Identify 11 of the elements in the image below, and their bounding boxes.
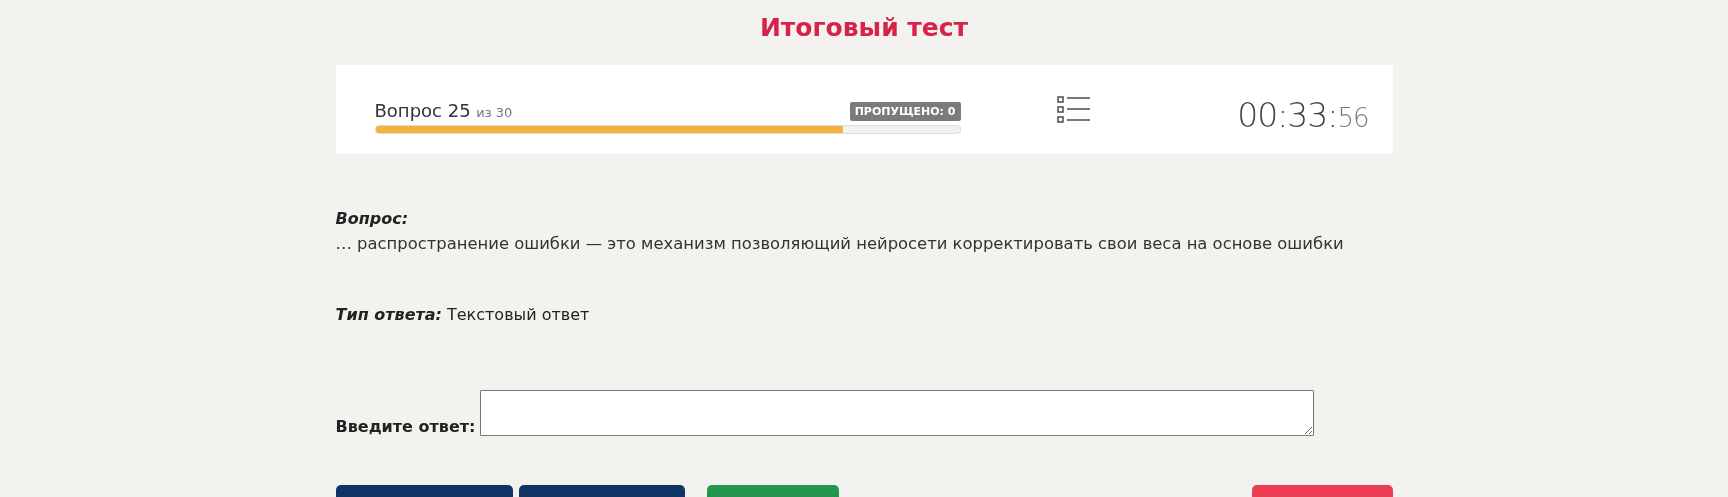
question-text: … распространение ошибки — это механизм позволяющий нейросети корректировать свои веса на основе ошибки [335, 234, 1345, 253]
list-icon[interactable] [1056, 94, 1091, 125]
answer-label: Введите ответ: [335, 417, 476, 436]
question-label: Вопрос: [335, 209, 410, 228]
page-title: Итоговый тест [758, 12, 970, 44]
answer-field[interactable] [480, 390, 1315, 436]
answer-type-value: Текстовый ответ [446, 305, 590, 324]
skipped-badge: ПРОПУЩЕНО: 0 [849, 101, 961, 121]
timer: 00:33:56 [1237, 96, 1369, 135]
answer-type-label: Тип ответа: [335, 305, 442, 324]
question-counter: Вопрос 25 из 30 [374, 99, 513, 121]
